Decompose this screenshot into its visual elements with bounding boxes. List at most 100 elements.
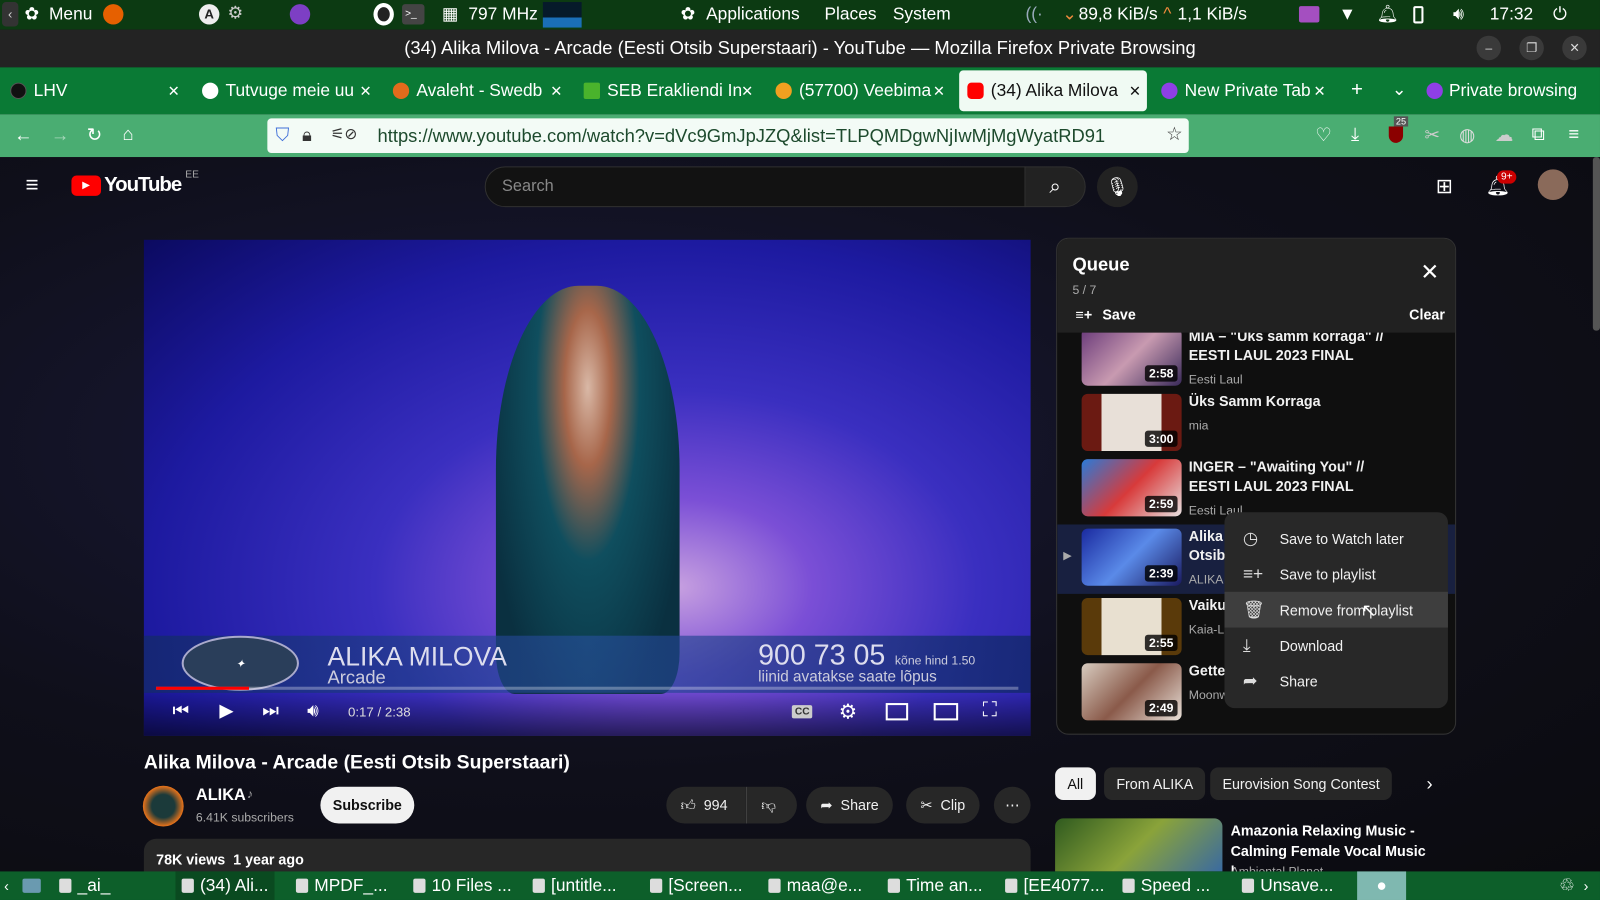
tab-tutvuge[interactable]: Tutvuge meie uu ✕ bbox=[194, 70, 378, 111]
account-avatar[interactable] bbox=[1537, 169, 1569, 200]
settings-gear-button[interactable]: ⚙ bbox=[839, 699, 857, 725]
back-button[interactable]: ← bbox=[14, 124, 32, 145]
firefox-launcher-icon[interactable] bbox=[103, 4, 124, 25]
create-video-icon[interactable]: ⊞ bbox=[1436, 173, 1453, 199]
forward-button[interactable]: → bbox=[51, 124, 69, 145]
minimize-button[interactable]: – bbox=[1476, 35, 1502, 61]
tab-close-icon[interactable]: ✕ bbox=[168, 82, 180, 99]
tab-swedbank[interactable]: Avaleht - Swedb ✕ bbox=[385, 70, 569, 111]
taskbar-right-arrow[interactable]: › bbox=[1584, 871, 1589, 900]
channel-avatar[interactable] bbox=[142, 785, 184, 827]
dislike-button[interactable]: 👎︎ bbox=[745, 786, 797, 824]
taskbar-item[interactable]: Unsave... bbox=[1241, 871, 1333, 900]
tab-close-icon[interactable]: ✕ bbox=[1314, 82, 1326, 99]
taskbar-item[interactable]: (34) Ali... bbox=[175, 871, 275, 900]
audio-visualizer-icon[interactable] bbox=[1298, 6, 1320, 23]
search-input[interactable]: Search bbox=[484, 166, 1026, 208]
clip-button[interactable]: ✂ Clip bbox=[906, 786, 980, 824]
progress-bar[interactable] bbox=[156, 686, 1019, 690]
opera-icon[interactable] bbox=[373, 3, 394, 26]
settings-icon[interactable]: ⚙ bbox=[228, 3, 244, 23]
tab-youtube-active[interactable]: (34) Alika Milova ✕ bbox=[959, 70, 1147, 112]
clock[interactable]: 17:32 bbox=[1490, 4, 1533, 24]
home-button[interactable]: ⌂ bbox=[122, 123, 133, 144]
recommended-thumbnail[interactable] bbox=[1055, 818, 1223, 872]
chip-all[interactable]: All bbox=[1055, 767, 1096, 800]
tab-close-icon[interactable]: ✕ bbox=[933, 82, 945, 99]
terminal-icon[interactable]: >_ bbox=[402, 4, 425, 25]
extensions-icon[interactable]: ⧉ bbox=[1532, 123, 1545, 144]
panel-left-arrow[interactable]: ‹ bbox=[2, 2, 19, 27]
close-queue-icon[interactable]: ✕ bbox=[1420, 259, 1439, 286]
save-queue-button[interactable]: ≡+ Save bbox=[1076, 306, 1136, 322]
tab-close-icon[interactable]: ✕ bbox=[550, 82, 562, 99]
taskbar-item[interactable]: Time an... bbox=[887, 871, 983, 900]
taskbar-item[interactable]: _ai_ bbox=[59, 871, 110, 900]
volume-icon[interactable]: 🔊︎ bbox=[1453, 4, 1464, 24]
power-icon[interactable]: ⏻ bbox=[1553, 4, 1567, 24]
taskbar-item[interactable]: MPDF_... bbox=[295, 871, 388, 900]
tab-lhv[interactable]: LHV ✕ bbox=[2, 70, 186, 111]
downloads-icon[interactable]: ⤓ bbox=[1351, 123, 1359, 144]
taskbar-item[interactable]: maa@e... bbox=[768, 871, 862, 900]
app-menu-icon[interactable]: ≡ bbox=[1568, 123, 1579, 144]
search-button[interactable]: ⌕ bbox=[1024, 166, 1086, 208]
menu-share[interactable]: ➦ Share bbox=[1224, 663, 1447, 699]
previous-button[interactable]: ⏮ bbox=[172, 700, 189, 721]
taskbar-item[interactable]: [EE4077... bbox=[1005, 871, 1104, 900]
shield-icon[interactable]: ⛉ bbox=[276, 124, 290, 145]
tab-veebimaailm[interactable]: (57700) Veebima ✕ bbox=[767, 70, 951, 111]
more-actions-button[interactable]: ⋯ bbox=[993, 786, 1031, 824]
battery-icon[interactable] bbox=[1413, 6, 1424, 24]
taskbar-item[interactable]: 10 Files ... bbox=[413, 871, 512, 900]
applications-menu[interactable]: Applications bbox=[706, 4, 800, 24]
ublock-icon[interactable] bbox=[1388, 126, 1404, 143]
menu-remove-from-playlist[interactable]: 🗑︎ Remove from playlist bbox=[1224, 591, 1448, 628]
places-menu[interactable]: Places bbox=[824, 4, 876, 24]
tor-icon[interactable] bbox=[289, 4, 311, 25]
youtube-logo[interactable]: ▶ YouTube EE bbox=[71, 169, 199, 196]
list-tabs-chevron-icon[interactable]: ⌄ bbox=[1392, 80, 1407, 100]
lock-icon[interactable]: 🔒︎ bbox=[302, 124, 312, 145]
tab-close-icon[interactable]: ✕ bbox=[1129, 82, 1141, 99]
fullscreen-button[interactable]: ⛶ bbox=[983, 699, 997, 722]
captions-button[interactable]: CC bbox=[791, 705, 813, 719]
chips-next-chevron-icon[interactable]: › bbox=[1427, 773, 1433, 794]
url-bar[interactable]: ⛉ 🔒︎ ⚟⊘ https://www.youtube.com/watch?v=… bbox=[267, 118, 1189, 154]
extension-icon[interactable]: ✂ bbox=[1424, 124, 1439, 145]
queue-item[interactable]: 2:58 MIA – "Üks samm korraga" // EESTI LA… bbox=[1057, 332, 1455, 390]
reload-button[interactable]: ↻ bbox=[87, 124, 102, 145]
taskbar-item[interactable]: [untitle... bbox=[532, 871, 617, 900]
tab-seb[interactable]: SEB Erakliendi In ✕ bbox=[576, 70, 760, 111]
close-window-button[interactable]: ✕ bbox=[1562, 35, 1587, 61]
show-desktop-icon[interactable] bbox=[22, 871, 46, 900]
next-button[interactable]: ⏭ bbox=[262, 700, 279, 721]
wifi-icon[interactable]: ▼ bbox=[1339, 4, 1356, 24]
video-player[interactable]: ✦ ALIKA MILOVA Arcade 900 73 05 kõne hin… bbox=[143, 239, 1031, 736]
bookmark-star-icon[interactable]: ☆ bbox=[1162, 123, 1183, 145]
menu-button[interactable]: Menu bbox=[49, 4, 92, 24]
share-button[interactable]: ➦ Share bbox=[806, 786, 893, 824]
chip-eurovision[interactable]: Eurovision Song Contest bbox=[1210, 767, 1392, 800]
tab-close-icon[interactable]: ✕ bbox=[359, 82, 371, 99]
chip-from-alika[interactable]: From ALIKA bbox=[1104, 767, 1206, 800]
volume-button[interactable]: 🔊︎ bbox=[307, 700, 319, 721]
permissions-icon[interactable]: ⚟⊘ bbox=[331, 124, 358, 143]
cloud-icon[interactable]: ☁ bbox=[1495, 124, 1513, 145]
trash-tray-icon[interactable]: ♲ bbox=[1559, 871, 1575, 900]
queue-item[interactable]: 3:00 Üks Samm Korraga mia bbox=[1057, 390, 1455, 455]
a-app-icon[interactable]: A bbox=[198, 4, 220, 25]
tab-close-icon[interactable]: ✕ bbox=[741, 82, 753, 99]
like-button[interactable]: 👍︎ 994 bbox=[666, 786, 746, 824]
globe-icon[interactable]: ◍ bbox=[1459, 124, 1475, 145]
new-tab-button[interactable]: + bbox=[1351, 79, 1363, 102]
voice-search-button[interactable]: 🎙︎ bbox=[1096, 166, 1138, 208]
firefox-tray-icon[interactable]: ● bbox=[1357, 871, 1407, 900]
hamburger-menu-icon[interactable]: ≡ bbox=[26, 171, 39, 198]
maximize-button[interactable]: ❐ bbox=[1519, 35, 1544, 61]
clear-queue-button[interactable]: Clear bbox=[1409, 306, 1445, 322]
queue-item[interactable]: 2:59 INGER – "Awaiting You" // EESTI LAUL… bbox=[1057, 455, 1455, 520]
menu-save-watch-later[interactable]: ◷ Save to Watch later bbox=[1224, 520, 1447, 556]
pocket-icon[interactable]: ♡ bbox=[1315, 124, 1331, 145]
subscribe-button[interactable]: Subscribe bbox=[320, 786, 415, 824]
